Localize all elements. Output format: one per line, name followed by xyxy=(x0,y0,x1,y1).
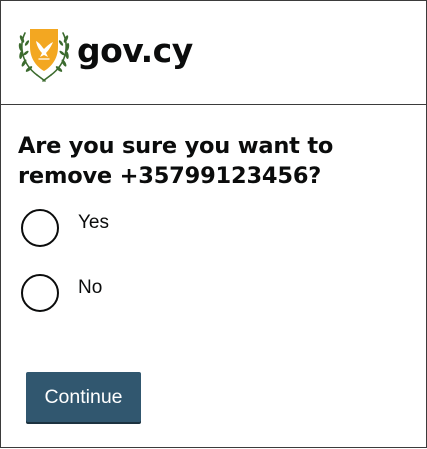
site-name: gov.cy xyxy=(77,30,193,70)
site-header: gov.cy xyxy=(1,1,426,105)
main-content: Are you sure you want to remove +3579912… xyxy=(18,131,418,191)
page-frame: gov.cy Are you sure you want to remove +… xyxy=(0,0,427,448)
radio-yes-label[interactable]: Yes xyxy=(78,212,109,234)
radio-no-input[interactable] xyxy=(21,274,59,312)
home-logo-link[interactable]: gov.cy xyxy=(15,23,193,83)
radio-no-label[interactable]: No xyxy=(78,277,102,299)
continue-button[interactable]: Continue xyxy=(26,372,141,422)
radio-yes-input[interactable] xyxy=(21,209,59,247)
radio-option-no[interactable]: No xyxy=(21,272,109,314)
cyprus-emblem-icon xyxy=(18,29,70,82)
page-title: Are you sure you want to remove +3579912… xyxy=(18,133,334,189)
remove-confirmation-radios: Yes No xyxy=(21,207,109,337)
radio-option-yes[interactable]: Yes xyxy=(21,207,109,249)
